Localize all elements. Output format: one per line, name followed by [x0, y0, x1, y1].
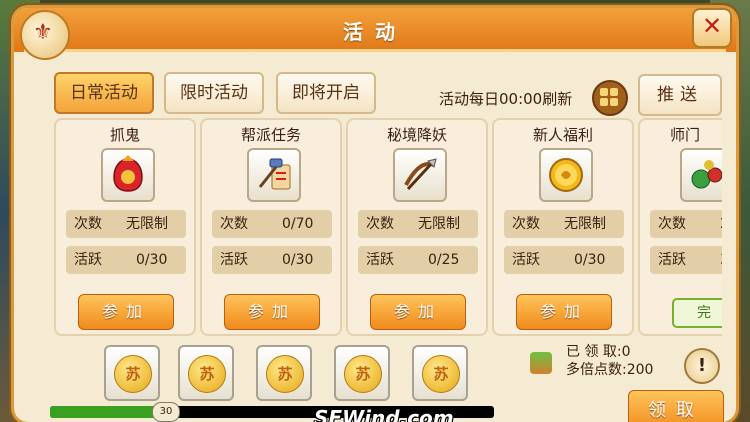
- reward-chest[interactable]: 苏: [256, 345, 312, 401]
- complete-badge: 完: [672, 298, 722, 328]
- activity-name: 新人福利: [532, 126, 593, 144]
- ghost-bag-icon[interactable]: [101, 148, 155, 202]
- count-label: 次数: [658, 216, 686, 232]
- progress-marker: 30: [152, 402, 180, 422]
- scroll-hammer-icon[interactable]: [247, 148, 301, 202]
- coin-icon: 苏: [344, 355, 382, 393]
- reward-chest[interactable]: 苏: [178, 345, 234, 401]
- window-title: 活动: [343, 20, 407, 44]
- join-button[interactable]: 参加: [78, 294, 174, 330]
- title-rim: [24, 49, 726, 52]
- active-row: 活跃 0/30: [212, 246, 332, 274]
- push-button[interactable]: 推送: [638, 74, 722, 116]
- activity-card: 师门 次数 2 活跃 3 完: [638, 118, 722, 336]
- title-bar: 活动: [14, 8, 736, 52]
- active-row: 活跃 3: [650, 246, 722, 274]
- reward-chest[interactable]: 苏: [412, 345, 468, 401]
- count-row: 次数 无限制: [504, 210, 624, 238]
- progress-fill: [50, 406, 161, 418]
- reward-chest[interactable]: 苏: [104, 345, 160, 401]
- grid-menu-icon[interactable]: [592, 80, 628, 116]
- watermark: SFWind.com: [314, 406, 454, 422]
- activity-name: 帮派任务: [240, 126, 301, 144]
- activity-card: 帮派任务 次数 0/70 活跃 0/30 参加: [200, 118, 342, 336]
- count-label: 次数: [366, 216, 394, 232]
- coin-icon: 苏: [266, 355, 304, 393]
- active-label: 活跃: [658, 252, 686, 268]
- count-row: 次数 0/70: [212, 210, 332, 238]
- activity-card: 秘境降妖 次数 无限制 活跃 0/25 参加: [346, 118, 488, 336]
- crossbow-icon[interactable]: [393, 148, 447, 202]
- active-value: 0/30: [136, 252, 168, 268]
- claim-button[interactable]: 领取: [628, 390, 724, 422]
- count-row: 次数 无限制: [66, 210, 186, 238]
- activity-name: 秘境降妖: [386, 126, 447, 144]
- count-row: 次数 无限制: [358, 210, 478, 238]
- reward-info: 已 领 取:0 多倍点数:200: [566, 343, 653, 379]
- join-button[interactable]: 参加: [224, 294, 320, 330]
- join-button[interactable]: 参加: [516, 294, 612, 330]
- activity-list: 抓鬼 次数 无限制 活跃 0/30 参加 帮派任务 次数 0/70 活跃 0/3…: [14, 118, 722, 342]
- active-value: 3: [720, 246, 722, 274]
- active-row: 活跃 0/25: [358, 246, 478, 274]
- info-alert-button[interactable]: !: [684, 348, 720, 384]
- multiplier-label: 多倍点数:: [566, 362, 627, 378]
- count-label: 次数: [512, 216, 540, 232]
- close-icon: ✕: [701, 12, 723, 40]
- count-value: 无限制: [126, 216, 168, 232]
- tab-upcoming[interactable]: 即将开启: [276, 72, 376, 114]
- coin-icon: 苏: [114, 355, 152, 393]
- count-label: 次数: [74, 216, 102, 232]
- active-label: 活跃: [512, 252, 540, 268]
- activity-card: 新人福利 次数 无限制 活跃 0/30 参加: [492, 118, 634, 336]
- close-button[interactable]: ✕: [692, 8, 732, 48]
- claimed-label: 已 领 取:: [566, 344, 622, 360]
- gold-coin-icon[interactable]: [539, 148, 593, 202]
- coin-icon: 苏: [188, 355, 226, 393]
- refresh-notice: 活动每日00:00刷新: [439, 90, 573, 108]
- active-label: 活跃: [220, 252, 248, 268]
- count-value: 无限制: [564, 216, 606, 232]
- activity-points-icon: [530, 352, 552, 374]
- count-value: 2: [720, 210, 722, 238]
- activity-name: 师门: [670, 126, 701, 144]
- claimed-value: 0: [621, 344, 631, 360]
- activity-name: 抓鬼: [109, 126, 140, 144]
- tab-daily[interactable]: 日常活动: [54, 72, 154, 114]
- count-value: 无限制: [418, 216, 460, 232]
- reward-chest[interactable]: 苏: [334, 345, 390, 401]
- tab-limited[interactable]: 限时活动: [164, 72, 264, 114]
- active-row: 活跃 0/30: [66, 246, 186, 274]
- active-row: 活跃 0/30: [504, 246, 624, 274]
- active-value: 0/30: [282, 252, 314, 268]
- count-label: 次数: [220, 216, 248, 232]
- active-value: 0/25: [428, 252, 460, 268]
- activity-card: 抓鬼 次数 无限制 活跃 0/30 参加: [54, 118, 196, 336]
- game-logo: ⚜: [20, 10, 70, 60]
- multiplier-value: 200: [626, 362, 654, 378]
- active-label: 活跃: [74, 252, 102, 268]
- count-row: 次数 2: [650, 210, 722, 238]
- active-label: 活跃: [366, 252, 394, 268]
- active-value: 0/30: [574, 252, 606, 268]
- potion-icon[interactable]: [680, 148, 722, 202]
- count-value: 0/70: [282, 216, 314, 232]
- join-button[interactable]: 参加: [370, 294, 466, 330]
- coin-icon: 苏: [422, 355, 460, 393]
